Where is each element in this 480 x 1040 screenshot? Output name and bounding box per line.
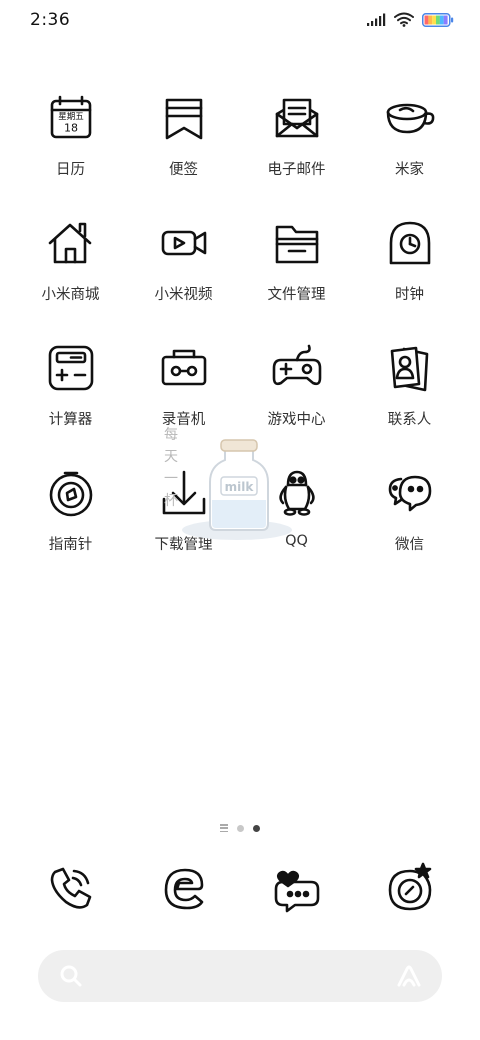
contacts-icon xyxy=(380,338,440,398)
app-qq[interactable]: QQ xyxy=(240,463,353,588)
app-label: 计算器 xyxy=(48,412,93,428)
mijia-icon xyxy=(380,88,440,148)
messages-icon[interactable] xyxy=(267,858,327,918)
calendar-day: 18 xyxy=(64,122,78,135)
app-downloads[interactable]: 下载管理 xyxy=(127,463,240,588)
app-recorder[interactable]: 录音机 xyxy=(127,338,240,463)
app-label: 电子邮件 xyxy=(267,162,326,178)
battery-segment xyxy=(439,15,444,24)
battery-segment xyxy=(436,15,440,24)
status-bar: 2:36 xyxy=(0,0,480,44)
phone-icon[interactable] xyxy=(41,858,101,918)
app-clock[interactable]: 时钟 xyxy=(353,213,466,338)
download-icon xyxy=(154,463,214,523)
page-dot-active xyxy=(253,824,260,832)
search-icon[interactable] xyxy=(58,963,84,993)
app-label: 小米视频 xyxy=(154,287,213,303)
page-dot xyxy=(237,824,244,832)
compass-icon xyxy=(41,463,101,523)
store-icon xyxy=(41,213,101,273)
folder-icon xyxy=(267,213,327,273)
browser-icon[interactable] xyxy=(154,858,214,918)
app-mijia[interactable]: 米家 xyxy=(353,88,466,213)
wifi-icon xyxy=(394,12,414,27)
notes-icon xyxy=(154,88,214,148)
app-contacts[interactable]: 联系人 xyxy=(353,338,466,463)
qq-penguin-icon xyxy=(267,463,327,523)
signal-icon xyxy=(366,13,386,27)
app-wechat[interactable]: 微信 xyxy=(353,463,466,588)
clock-icon xyxy=(380,213,440,273)
email-icon xyxy=(267,88,327,148)
battery-segment xyxy=(428,15,433,24)
video-icon xyxy=(154,213,214,273)
status-time: 2:36 xyxy=(30,10,71,30)
app-calendar[interactable]: 星期五 18 日历 xyxy=(14,88,127,213)
gamepad-icon xyxy=(267,338,327,398)
page-indicator-menu-icon xyxy=(220,824,228,832)
assistant-icon[interactable] xyxy=(396,963,422,993)
app-grid: 星期五 18 日历 便签 电子邮件 米家 小米商城 小米视频 文件管理 时钟 计… xyxy=(14,88,466,588)
battery-segment xyxy=(443,15,448,24)
wechat-icon xyxy=(380,463,440,523)
app-files[interactable]: 文件管理 xyxy=(240,213,353,338)
app-label: 微信 xyxy=(395,537,424,553)
app-email[interactable]: 电子邮件 xyxy=(240,88,353,213)
app-calculator[interactable]: 计算器 xyxy=(14,338,127,463)
app-label: 时钟 xyxy=(395,287,424,303)
app-label: 米家 xyxy=(395,162,424,178)
app-label: 文件管理 xyxy=(267,287,326,303)
app-video[interactable]: 小米视频 xyxy=(127,213,240,338)
app-label: 指南针 xyxy=(48,537,93,553)
app-game-center[interactable]: 游戏中心 xyxy=(240,338,353,463)
app-label: 联系人 xyxy=(387,412,432,428)
app-label: 小米商城 xyxy=(41,287,100,303)
app-label: 下载管理 xyxy=(154,537,213,553)
battery-segment xyxy=(424,15,429,24)
app-label: 便签 xyxy=(169,162,198,178)
app-notes[interactable]: 便签 xyxy=(127,88,240,213)
status-icons xyxy=(366,12,454,27)
camera-icon[interactable] xyxy=(380,858,440,918)
page-indicator[interactable] xyxy=(0,824,480,832)
battery-segment xyxy=(432,15,437,24)
recorder-icon xyxy=(154,338,214,398)
app-label: 日历 xyxy=(56,162,85,178)
app-compass[interactable]: 指南针 xyxy=(14,463,127,588)
app-label: 录音机 xyxy=(161,412,206,428)
app-label: QQ xyxy=(285,533,308,549)
app-label: 游戏中心 xyxy=(267,412,326,428)
search-bar[interactable] xyxy=(38,950,442,1002)
battery-icon xyxy=(422,12,454,27)
calculator-icon xyxy=(41,338,101,398)
calendar-weekday: 星期五 xyxy=(58,112,84,122)
calendar-icon: 星期五 18 xyxy=(41,88,101,148)
dock xyxy=(14,858,466,918)
app-store[interactable]: 小米商城 xyxy=(14,213,127,338)
